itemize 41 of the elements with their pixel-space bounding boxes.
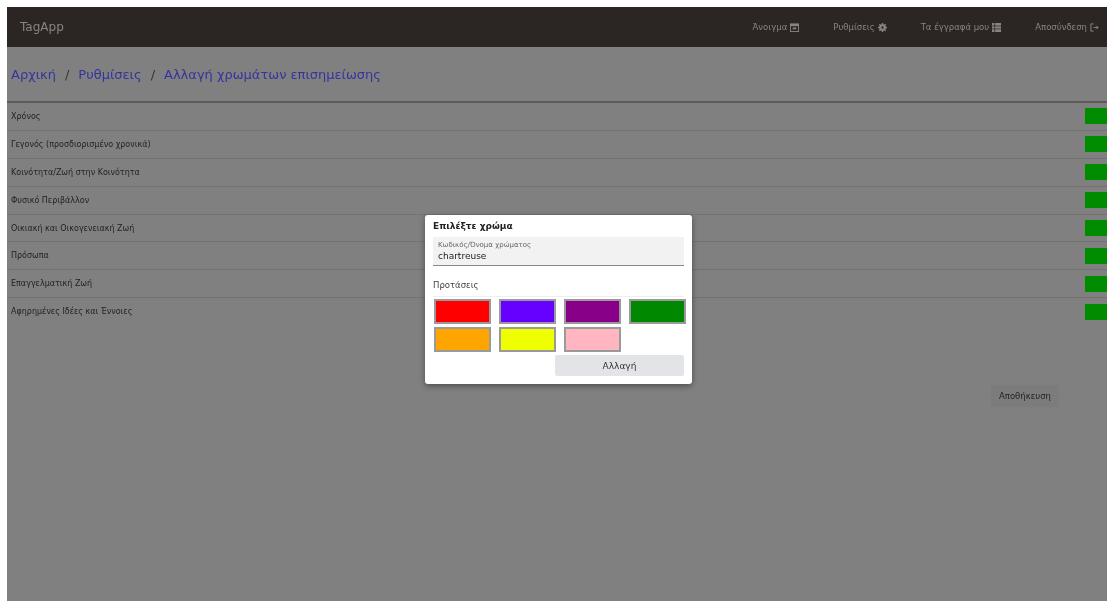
nav-link[interactable]: Τα έγγραφά μου (894, 22, 1010, 32)
tag-color-swatch[interactable] (1085, 192, 1107, 209)
calendar-icon (790, 22, 800, 32)
tag-color-swatch[interactable] (1085, 247, 1107, 264)
breadcrumb-link[interactable]: Ρυθμίσεις (78, 66, 142, 82)
tag-name: Χρόνος (10, 111, 41, 121)
tag-name: Επαγγελματική Ζωή (10, 279, 93, 289)
color-swatch[interactable] (434, 299, 491, 324)
color-swatch[interactable] (434, 327, 491, 352)
color-swatch[interactable] (564, 299, 621, 324)
list-icon (992, 22, 1002, 32)
color-swatch[interactable] (629, 299, 686, 324)
breadcrumb-separator: / (150, 66, 156, 82)
breadcrumb-link[interactable]: Αρχική (11, 66, 56, 82)
color-swatch[interactable] (564, 327, 621, 352)
tag-color-swatch[interactable] (1085, 275, 1107, 292)
dialog-title: Επιλέξτε χρώμα (433, 221, 514, 233)
breadcrumb-separator: / (64, 66, 70, 82)
tag-color-swatch[interactable] (1085, 136, 1107, 153)
nav-link[interactable]: Αποσύνδεση (1009, 22, 1107, 32)
change-button[interactable]: Αλλαγή (555, 355, 684, 376)
tag-name: Οικιακή και Οικογενειακή Ζωή (10, 223, 135, 233)
nav-link[interactable]: Άνοιγμα (726, 22, 808, 32)
color-swatch[interactable] (499, 299, 556, 324)
tag-name: Φυσικό Περιβάλλον (10, 195, 90, 205)
color-swatch[interactable] (499, 327, 556, 352)
logout-icon (1090, 22, 1099, 32)
brand-name[interactable]: TagApp (20, 20, 64, 34)
tag-color-swatch[interactable] (1085, 108, 1107, 125)
save-button[interactable]: Αποθήκευση (990, 385, 1059, 408)
tag-color-swatch[interactable] (1085, 303, 1107, 320)
tag-name: Γεγονός (προσδιορισμένο χρονικά) (10, 139, 151, 149)
nav-link[interactable]: Ρυθμίσεις (807, 22, 895, 32)
tag-name: Κοινότητα/Ζωή στην Κοινότητα (10, 167, 140, 177)
breadcrumb-link[interactable]: Αλλαγή χρωμάτων επισημείωσης (164, 66, 381, 82)
suggestions-label: Προτάσεις (433, 266, 684, 297)
tag-name: Πρόσωπα (10, 251, 49, 261)
tag-color-swatch[interactable] (1085, 164, 1107, 181)
tag-color-swatch[interactable] (1085, 220, 1107, 236)
settings-icon (877, 22, 887, 32)
tag-name: Αφηρημένες Ιδέες και Έννοιες (10, 307, 133, 317)
